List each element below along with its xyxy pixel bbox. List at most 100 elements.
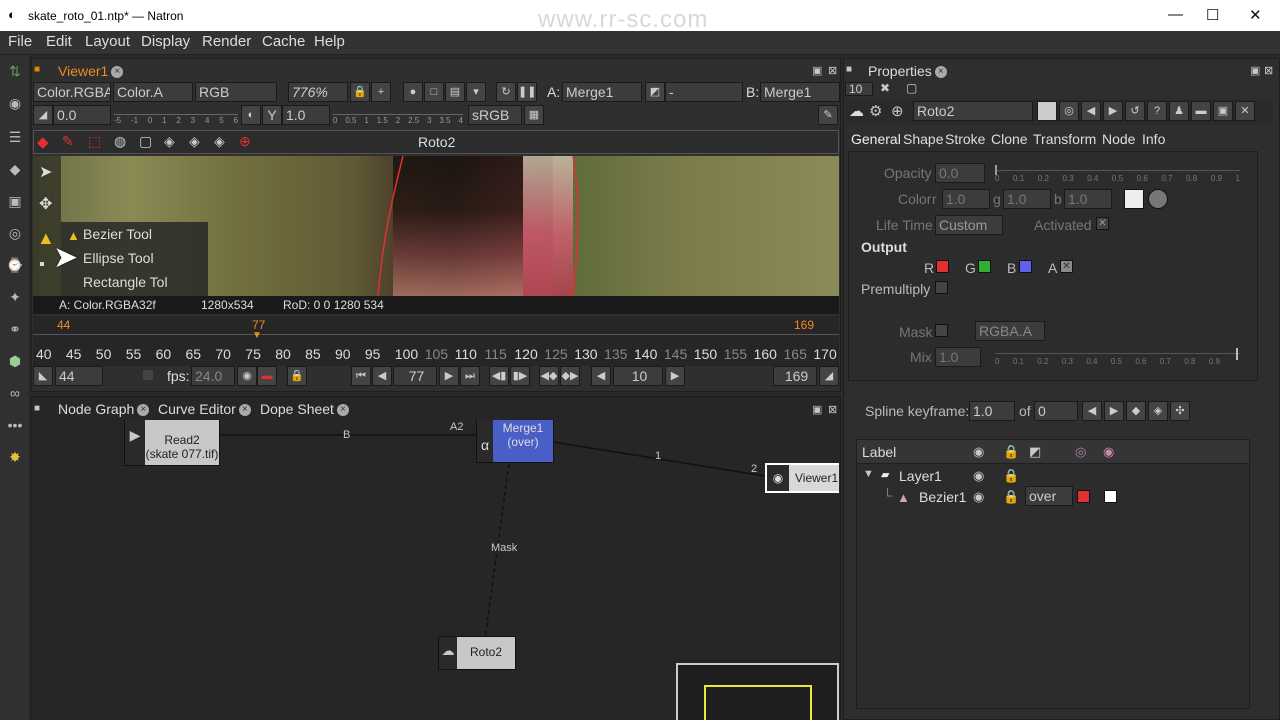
close-pane-icon[interactable]: ⊠ xyxy=(828,64,837,77)
tab-viewer1[interactable]: Viewer1 × xyxy=(58,63,124,79)
menu-help[interactable]: Help xyxy=(314,33,345,50)
minimap-viewport[interactable] xyxy=(704,685,812,720)
mix-field[interactable]: 1.0 xyxy=(935,347,981,367)
undo-icon[interactable]: ◀ xyxy=(1081,101,1101,121)
float-panel-icon[interactable]: ▣ xyxy=(1213,101,1233,121)
first-frame-icon[interactable]: ⏮ xyxy=(351,366,371,386)
last-frame-icon[interactable]: ⏭ xyxy=(460,366,480,386)
layer-select[interactable]: Color.RGBA xyxy=(33,82,111,102)
color-nodes-icon[interactable]: ◎ xyxy=(5,223,25,243)
clear-spline-keys-icon[interactable]: ✣ xyxy=(1170,401,1190,421)
playhead-icon[interactable]: ▼ xyxy=(252,330,262,341)
out-point-marker[interactable]: 169 xyxy=(794,318,814,332)
bezier1-visible-icon[interactable]: ◉ xyxy=(973,489,984,505)
keyframe-count-field[interactable]: 0 xyxy=(1034,401,1078,421)
alpha-channel-select[interactable]: Color.A xyxy=(113,82,193,102)
step-back-icon[interactable]: ◀ xyxy=(591,366,611,386)
mask-channel-select[interactable]: RGBA.A xyxy=(975,321,1045,341)
toolsets-icon[interactable]: ⇅ xyxy=(5,61,25,81)
roto2-node[interactable]: ☁ Roto2 xyxy=(438,636,516,670)
play-forward-icon[interactable]: ▮▶ xyxy=(510,366,530,386)
turbo-toggle[interactable] xyxy=(143,370,153,380)
close-icon[interactable]: × xyxy=(336,404,349,417)
proxy-icon[interactable]: ▾ xyxy=(466,82,486,102)
node-color-swatch[interactable] xyxy=(1037,101,1057,121)
clip-to-project-icon[interactable]: ● xyxy=(403,82,423,102)
prev-frame-icon[interactable]: ◀ xyxy=(372,366,392,386)
play-icon[interactable]: ▶ xyxy=(439,366,459,386)
prev-keyframe-icon[interactable]: ◀◆ xyxy=(539,366,559,386)
center-node-icon[interactable]: ⊕ xyxy=(891,102,904,120)
composite-icon[interactable]: ◩ xyxy=(645,82,665,102)
bezier1-operator-select[interactable]: over xyxy=(1025,486,1073,506)
tree-bezier1[interactable]: Bezier1 xyxy=(919,489,966,505)
color-g-field[interactable]: 1.0 xyxy=(1003,189,1051,209)
gamma-toggle-button[interactable]: Y xyxy=(262,105,282,125)
channel-a-checkbox[interactable]: ✕ xyxy=(1060,260,1073,273)
menu-layout[interactable]: Layout xyxy=(85,33,130,50)
lifetime-select[interactable]: Custom xyxy=(935,215,1003,235)
float-pane-icon[interactable]: ▣ xyxy=(812,64,822,77)
step-forward-icon[interactable]: ▶ xyxy=(665,366,685,386)
bbox-icon[interactable]: ▢ xyxy=(139,133,152,150)
display-channels-select[interactable]: RGB xyxy=(195,82,277,102)
tab-transform[interactable]: Transform xyxy=(1033,131,1096,147)
refresh-icon[interactable]: ↻ xyxy=(496,82,516,102)
multiview-nodes-icon[interactable]: ∞ xyxy=(5,383,25,403)
current-frame-field[interactable]: 77 xyxy=(393,366,437,386)
auto-contrast-icon[interactable]: ◐ xyxy=(241,105,261,125)
timeline-lock-icon[interactable]: 🔒 xyxy=(287,366,307,386)
maximize-button[interactable]: ☐ xyxy=(1206,6,1219,24)
color-picker-icon[interactable] xyxy=(1148,189,1168,209)
tree-layer1[interactable]: Layer1 xyxy=(899,468,942,484)
keyer-nodes-icon[interactable]: ✦ xyxy=(5,287,25,307)
layer1-lock-icon[interactable]: 🔒 xyxy=(1003,468,1019,484)
roi-icon[interactable]: ▤ xyxy=(445,82,465,102)
gain-field[interactable]: 0.0 xyxy=(53,105,111,125)
remove-spline-key-icon[interactable]: ◈ xyxy=(1148,401,1168,421)
channel-g-checkbox[interactable] xyxy=(978,260,991,273)
close-pane-icon[interactable]: ⊠ xyxy=(1264,64,1273,77)
select-tool-icon[interactable]: ➤ xyxy=(39,162,52,182)
opacity-slider[interactable]: 0 0.1 0.2 0.3 0.4 0.5 0.6 0.7 0.8 0.9 1 xyxy=(995,165,1240,183)
close-pane-icon[interactable]: ⊠ xyxy=(828,403,837,416)
menu-file[interactable]: File xyxy=(8,33,32,50)
image-nodes-icon[interactable]: ◉ xyxy=(5,93,25,113)
tab-shape[interactable]: Shape xyxy=(903,131,943,147)
viewer1-node[interactable]: ◉ Viewer1 xyxy=(765,463,839,493)
overlay-color-icon[interactable]: ◎ xyxy=(1059,101,1079,121)
brush-icon[interactable]: ✎ xyxy=(62,133,74,150)
gamma-field[interactable]: 1.0 xyxy=(282,105,330,125)
restore-defaults-icon[interactable]: ↺ xyxy=(1125,101,1145,121)
close-icon[interactable]: × xyxy=(111,66,124,79)
tab-node-graph[interactable]: Node Graph × xyxy=(58,401,150,417)
mix-slider-handle[interactable] xyxy=(1236,348,1238,360)
close-icon[interactable]: × xyxy=(238,404,251,417)
hide-panel-icon[interactable]: ♟ xyxy=(1169,101,1189,121)
viewer-image[interactable]: ➤ ✥ ▲ ▪ ▲ Bezier Tool Ellipse Tool Recta… xyxy=(33,156,839,296)
start-frame-field[interactable]: 44 xyxy=(55,366,103,386)
close-panel-icon[interactable]: ✕ xyxy=(1235,101,1255,121)
points-tool-icon[interactable]: ✥ xyxy=(39,194,52,214)
tab-properties[interactable]: Properties × xyxy=(868,63,947,79)
max-panels-field[interactable]: 10 xyxy=(845,82,873,96)
draw-nodes-icon[interactable]: ☰ xyxy=(5,127,25,147)
set-out-icon[interactable]: ◢ xyxy=(819,366,839,386)
gain-toggle-icon[interactable]: ◢ xyxy=(33,105,53,125)
render-icon[interactable]: ▬ xyxy=(257,366,277,386)
set-in-icon[interactable]: ◣ xyxy=(33,366,53,386)
next-spline-key-icon[interactable]: ▶ xyxy=(1104,401,1124,421)
channel-nodes-icon[interactable]: ▣ xyxy=(5,191,25,211)
tab-general[interactable]: General xyxy=(851,131,901,147)
full-frame-icon[interactable]: □ xyxy=(424,82,444,102)
minimize-panels-icon[interactable]: ▢ xyxy=(906,81,917,95)
menu-item-ellipse-tool[interactable]: Ellipse Tool xyxy=(83,250,154,266)
ripple-icon[interactable]: ◈ xyxy=(164,133,175,150)
spline-keyframe-field[interactable]: 1.0 xyxy=(969,401,1015,421)
auto-key-icon[interactable]: ◈ xyxy=(189,133,200,150)
close-icon[interactable]: × xyxy=(934,66,947,79)
pick-color-icon[interactable]: ✎ xyxy=(818,105,838,125)
pane-menu-icon[interactable]: ■ xyxy=(34,64,40,75)
menu-render[interactable]: Render xyxy=(202,33,251,50)
lock-icon[interactable]: 🔒 xyxy=(350,82,370,102)
